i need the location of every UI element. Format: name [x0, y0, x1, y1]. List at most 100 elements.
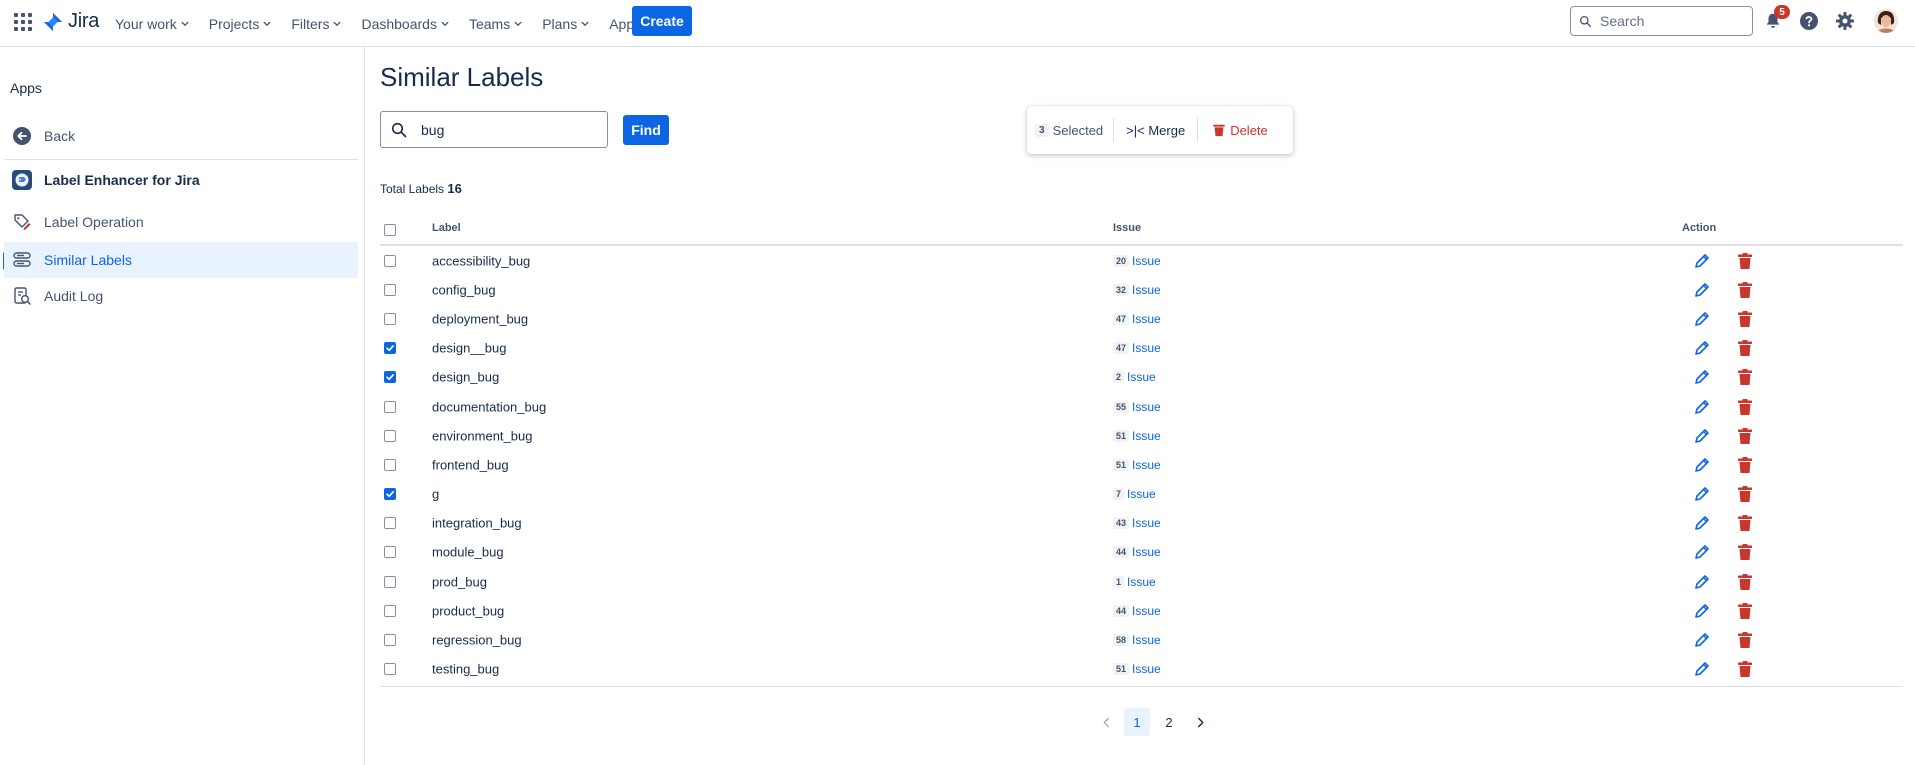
row-checkbox[interactable]	[384, 634, 396, 647]
merge-button[interactable]: >|< Merge	[1114, 118, 1199, 142]
find-button[interactable]: Find	[623, 115, 669, 145]
checkmark-icon	[386, 345, 394, 352]
row-checkbox[interactable]	[384, 429, 396, 442]
edit-button[interactable]	[1693, 398, 1711, 416]
row-checkbox[interactable]	[384, 575, 396, 588]
sidebar-item-audit-log[interactable]: Audit Log	[4, 278, 358, 314]
sidebar-back[interactable]: Back	[4, 118, 358, 154]
sidebar-item-label-operation[interactable]: Label Operation	[4, 204, 358, 240]
delete-button[interactable]	[1737, 660, 1753, 678]
edit-button[interactable]	[1693, 456, 1711, 474]
nav-item-label: Plans	[542, 15, 578, 32]
edit-button[interactable]	[1693, 368, 1711, 386]
nav-dashboards[interactable]: Dashboards	[361, 16, 449, 32]
issue-link[interactable]: Issue	[1132, 429, 1161, 443]
delete-button[interactable]	[1737, 398, 1753, 416]
edit-button[interactable]	[1693, 660, 1711, 678]
row-checkbox[interactable]	[384, 458, 396, 471]
delete-button[interactable]	[1737, 368, 1753, 386]
delete-button[interactable]	[1737, 573, 1753, 591]
jira-logo[interactable]: Jira	[42, 10, 99, 33]
edit-button[interactable]	[1693, 543, 1711, 561]
edit-button[interactable]	[1693, 310, 1711, 328]
issue-link[interactable]: Issue	[1132, 458, 1161, 472]
app-switcher-icon[interactable]	[14, 13, 32, 31]
global-search[interactable]	[1570, 6, 1753, 36]
table-row: config_bug 32 Issue	[380, 275, 1903, 304]
delete-button[interactable]	[1737, 427, 1753, 445]
issue-count-badge: 43	[1113, 517, 1130, 530]
row-checkbox[interactable]	[384, 604, 396, 617]
issue-link[interactable]: Issue	[1132, 545, 1161, 559]
create-button[interactable]: Create	[632, 6, 692, 36]
row-checkbox[interactable]	[384, 254, 396, 267]
edit-button[interactable]	[1693, 602, 1711, 620]
nav-projects[interactable]: Projects	[209, 16, 272, 32]
notifications-button[interactable]: 5	[1762, 5, 1790, 32]
edit-button[interactable]	[1693, 281, 1711, 299]
trash-icon	[1738, 398, 1752, 415]
next-page-button[interactable]	[1188, 708, 1212, 736]
label-name: product_bug	[432, 603, 505, 619]
label-name: integration_bug	[432, 515, 522, 531]
delete-button[interactable]	[1737, 281, 1753, 299]
sidebar-item-similar-labels[interactable]: Similar Labels	[4, 242, 358, 278]
row-checkbox[interactable]	[384, 283, 396, 296]
delete-button[interactable]	[1737, 339, 1753, 357]
issue-link[interactable]: Issue	[1132, 633, 1161, 647]
edit-button[interactable]	[1693, 339, 1711, 357]
tag-pen-icon	[14, 214, 31, 230]
help-button[interactable]	[1798, 10, 1820, 32]
issue-link[interactable]: Issue	[1127, 370, 1156, 384]
issue-link[interactable]: Issue	[1132, 400, 1161, 414]
issue-link[interactable]: Issue	[1127, 575, 1156, 589]
row-checkbox[interactable]	[384, 546, 396, 559]
delete-button[interactable]	[1737, 310, 1753, 328]
row-checkbox[interactable]	[384, 371, 396, 384]
edit-button[interactable]	[1693, 514, 1711, 532]
row-checkbox[interactable]	[384, 517, 396, 530]
issue-link[interactable]: Issue	[1132, 662, 1161, 676]
delete-button[interactable]	[1737, 485, 1753, 503]
select-all-checkbox[interactable]	[384, 224, 396, 236]
edit-button[interactable]	[1693, 485, 1711, 503]
issue-link[interactable]: Issue	[1132, 312, 1161, 326]
label-search-input[interactable]	[421, 121, 591, 138]
row-checkbox[interactable]	[384, 342, 396, 355]
page-button[interactable]: 2	[1156, 708, 1182, 736]
issue-link[interactable]: Issue	[1132, 283, 1161, 297]
edit-button[interactable]	[1693, 427, 1711, 445]
delete-button[interactable]	[1737, 514, 1753, 532]
bulk-delete-button[interactable]: Delete	[1198, 123, 1268, 138]
label-name: g	[432, 486, 440, 502]
delete-button[interactable]	[1737, 543, 1753, 561]
issue-link[interactable]: Issue	[1132, 516, 1161, 530]
search-input[interactable]	[1600, 13, 1740, 29]
user-avatar[interactable]	[1874, 9, 1898, 33]
row-checkbox[interactable]	[384, 312, 396, 325]
nav-plans[interactable]: Plans	[542, 16, 589, 32]
row-checkbox[interactable]	[384, 663, 396, 676]
delete-button[interactable]	[1737, 252, 1753, 270]
issue-link[interactable]: Issue	[1132, 604, 1161, 618]
nav-filters[interactable]: Filters	[291, 16, 341, 32]
page-button[interactable]: 1	[1124, 708, 1150, 736]
edit-button[interactable]	[1693, 631, 1711, 649]
settings-button[interactable]	[1834, 10, 1856, 32]
nav-teams[interactable]: Teams	[469, 16, 522, 32]
row-checkbox[interactable]	[384, 488, 396, 501]
edit-button[interactable]	[1693, 573, 1711, 591]
issue-count-badge: 7	[1113, 488, 1125, 501]
edit-button[interactable]	[1693, 252, 1711, 270]
delete-button[interactable]	[1737, 456, 1753, 474]
bulk-delete-label: Delete	[1230, 122, 1268, 138]
issue-link[interactable]: Issue	[1132, 341, 1161, 355]
row-checkbox[interactable]	[384, 400, 396, 413]
label-search-field[interactable]	[380, 111, 608, 148]
delete-button[interactable]	[1737, 602, 1753, 620]
delete-button[interactable]	[1737, 631, 1753, 649]
issue-link[interactable]: Issue	[1127, 487, 1156, 501]
prev-page-button[interactable]	[1094, 708, 1118, 736]
issue-link[interactable]: Issue	[1132, 254, 1161, 268]
nav-your-work[interactable]: Your work	[115, 16, 189, 32]
